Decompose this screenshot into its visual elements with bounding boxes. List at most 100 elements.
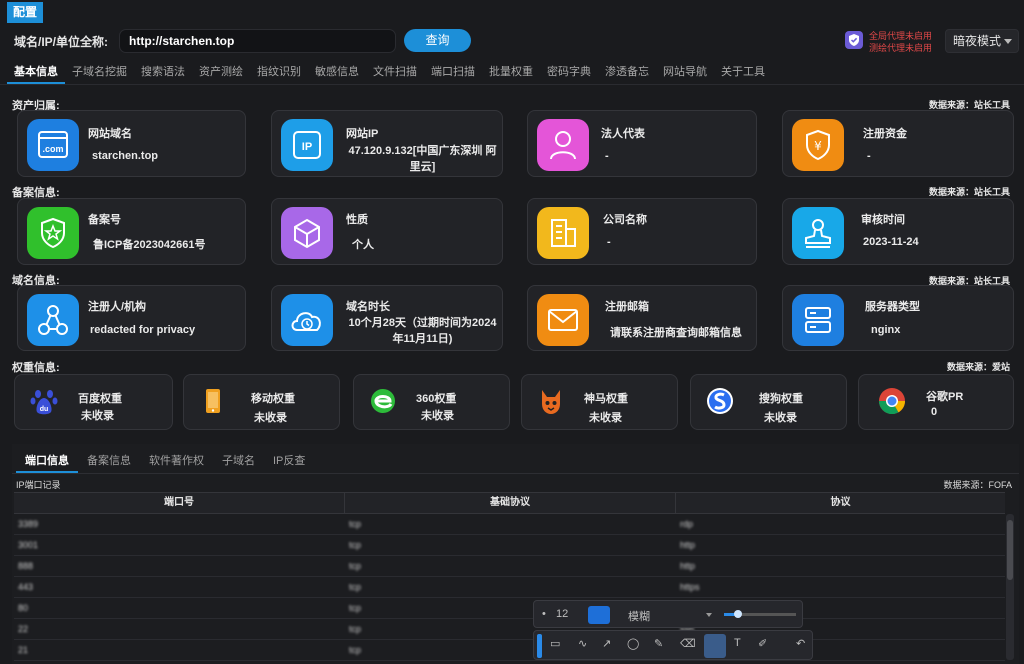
column-base-protocol[interactable]: 基础协议 — [345, 493, 676, 513]
table-row[interactable]: 443 tcp https — [14, 577, 1005, 598]
network-icon — [27, 294, 79, 346]
proxy-shield-icon[interactable] — [845, 31, 863, 49]
cell-port: 3001 — [18, 540, 39, 550]
360-icon — [368, 386, 398, 416]
table-row[interactable]: 888 tcp http — [14, 556, 1005, 577]
subtab-divider — [12, 473, 1019, 474]
ip-icon: IP — [281, 119, 333, 171]
card-value: - — [605, 150, 609, 162]
tab-batch-weight[interactable]: 批量权重 — [482, 62, 540, 84]
pen-icon[interactable]: ✎ — [654, 637, 663, 650]
rectangle-icon[interactable]: ▭ — [550, 637, 560, 650]
domain-com-icon: .com — [27, 119, 79, 171]
card-title: 公司名称 — [603, 214, 647, 226]
cell-base-protocol: tcp — [349, 519, 362, 529]
undo-icon[interactable]: ↶ — [796, 637, 805, 650]
subtab-ports[interactable]: 端口信息 — [16, 451, 78, 473]
subtab-software[interactable]: 软件著作权 — [140, 451, 213, 473]
card-value: 未收录 — [589, 412, 622, 424]
port-records-caption: IP端口记录 — [16, 480, 61, 490]
card-value: 47.120.9.132[中国广东深圳 阿里云] — [348, 145, 497, 173]
card-value: - — [867, 150, 871, 162]
tab-sensitive-info[interactable]: 敏感信息 — [308, 62, 366, 84]
column-port[interactable]: 端口号 — [14, 493, 345, 513]
table-row[interactable]: 21 tcp ftp — [14, 640, 1005, 661]
eraser-icon[interactable]: ⌫ — [680, 637, 696, 650]
card-title: 审核时间 — [861, 214, 905, 226]
card-title: 谷歌PR — [926, 391, 964, 403]
card-value: 未收录 — [254, 412, 287, 424]
tab-port-scan[interactable]: 端口扫描 — [424, 62, 482, 84]
cell-port: 3389 — [18, 519, 39, 529]
curve-icon[interactable]: ∿ — [578, 637, 587, 650]
tab-about[interactable]: 关于工具 — [714, 62, 772, 84]
card-shenma-weight: 神马权重 未收录 — [521, 374, 678, 430]
query-button[interactable]: 查询 — [404, 29, 471, 52]
svg-text:¥: ¥ — [814, 139, 822, 153]
subtab-ip-reverse[interactable]: IP反查 — [264, 451, 314, 473]
card-title: 备案号 — [88, 214, 121, 226]
chevron-down-icon — [1004, 39, 1012, 44]
card-value: - — [607, 236, 611, 248]
card-title: 域名时长 — [346, 301, 390, 313]
tab-fingerprint[interactable]: 指纹识别 — [250, 62, 308, 84]
cell-port: 80 — [18, 603, 29, 613]
card-value: redacted for privacy — [90, 324, 196, 336]
card-title: 网站IP — [346, 128, 379, 140]
tab-password-dict[interactable]: 密码字典 — [540, 62, 598, 84]
card-title: 百度权重 — [78, 393, 122, 405]
card-google-pr: 谷歌PR 0 — [858, 374, 1014, 430]
card-title: 360权重 — [416, 393, 457, 405]
table-row[interactable]: 22 tcp ssh — [14, 619, 1005, 640]
config-menu[interactable]: 配置 — [7, 2, 43, 23]
tab-site-nav[interactable]: 网站导航 — [656, 62, 714, 84]
arrow-icon[interactable]: ↗ — [602, 637, 611, 650]
card-review-date: 审核时间 2023-11-24 — [782, 198, 1014, 265]
sub-tabs: 端口信息 备案信息 软件著作权 子域名 IP反查 — [16, 451, 314, 473]
tab-subdomain[interactable]: 子域名挖掘 — [65, 62, 134, 84]
svg-text:du: du — [40, 406, 49, 413]
card-value: 2023-11-24 — [863, 236, 919, 248]
cell-protocol: rdp — [680, 519, 694, 529]
card-company: 公司名称 - — [527, 198, 757, 265]
card-value: 未收录 — [81, 410, 114, 422]
subtab-icp[interactable]: 备案信息 — [78, 451, 140, 473]
card-title: 注册人/机构 — [88, 301, 147, 313]
card-value: 个人 — [352, 239, 374, 251]
text-icon[interactable]: T — [734, 637, 741, 649]
cell-base-protocol: tcp — [349, 582, 362, 592]
cell-port: 888 — [18, 561, 34, 571]
svg-text:IP: IP — [302, 141, 312, 153]
brush-size-value[interactable]: 12 — [556, 608, 568, 620]
toolbar-handle[interactable] — [537, 634, 542, 658]
cell-port: 21 — [18, 645, 29, 655]
theme-select[interactable]: 暗夜模式 — [945, 29, 1019, 53]
tab-file-scan[interactable]: 文件扫描 — [366, 62, 424, 84]
circle-icon[interactable]: ◯ — [627, 637, 639, 650]
mosaic-icon[interactable] — [704, 634, 726, 658]
building-icon — [537, 207, 589, 259]
menu-bar — [0, 0, 1024, 24]
card-baidu-weight: du 百度权重 未收录 — [14, 374, 173, 430]
tab-asset-mapping[interactable]: 资产测绘 — [192, 62, 250, 84]
chevron-down-icon — [706, 613, 712, 617]
marker-icon[interactable]: ✐ — [758, 637, 767, 650]
table-row[interactable]: 3389 tcp rdp — [14, 514, 1005, 535]
card-title: 性质 — [346, 214, 368, 226]
search-input[interactable]: http://starchen.top — [119, 29, 396, 53]
column-protocol[interactable]: 协议 — [676, 493, 1005, 513]
table-header: 端口号 基础协议 协议 — [14, 492, 1005, 514]
blur-mode-select[interactable]: 模糊 — [628, 608, 650, 624]
subtab-subdomain[interactable]: 子域名 — [213, 451, 264, 473]
tab-pentest-memo[interactable]: 渗透备忘 — [598, 62, 656, 84]
card-title: 搜狗权重 — [759, 393, 803, 405]
card-title: 注册邮箱 — [605, 301, 649, 313]
cloud-clock-icon — [281, 294, 333, 346]
blur-mode-icon[interactable] — [588, 606, 610, 624]
table-scrollbar-thumb[interactable] — [1007, 520, 1013, 580]
table-row[interactable]: 3001 tcp http — [14, 535, 1005, 556]
intensity-slider-handle[interactable] — [734, 610, 742, 618]
tab-basic-info[interactable]: 基本信息 — [7, 62, 65, 84]
tab-search-syntax[interactable]: 搜索语法 — [134, 62, 192, 84]
table-row[interactable]: 80 tcp http — [14, 598, 1005, 619]
